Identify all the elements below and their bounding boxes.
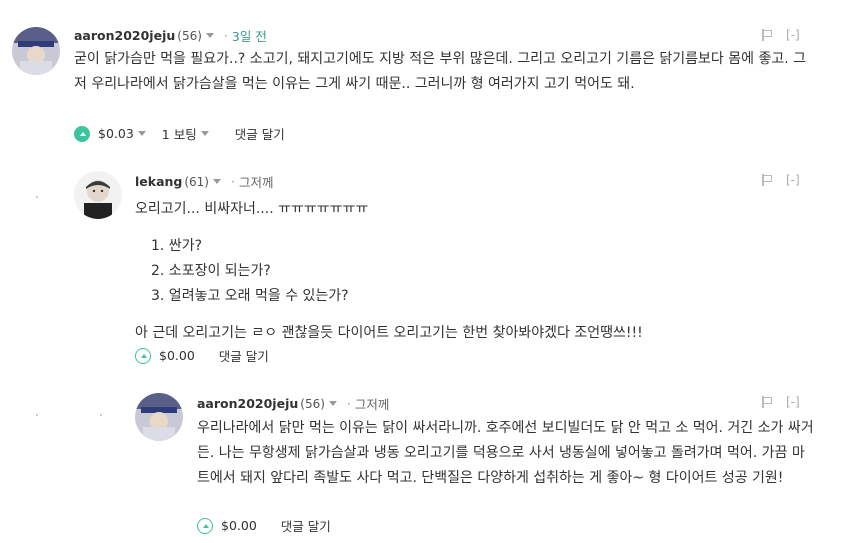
comment-time[interactable]: 그저께 [239, 172, 274, 191]
thread-marker [36, 414, 38, 416]
collapse-button[interactable]: [-] [786, 173, 800, 187]
reply-button[interactable]: 댓글 달기 [219, 346, 269, 365]
thread-marker [100, 414, 102, 416]
reply-button[interactable]: 댓글 달기 [235, 124, 285, 143]
separator-dot: · [231, 174, 235, 189]
thread-marker [36, 196, 38, 198]
payout-value[interactable]: $0.00 [159, 348, 195, 363]
chevron-down-icon[interactable] [200, 131, 209, 136]
comment-list: 1. 싼가? 2. 소포장이 되는가? 3. 얼려놓고 오래 먹을 수 있는가? [151, 234, 815, 309]
comment-text: 오리고기... 비싸자너.... ㅠㅠㅠㅠㅠㅠㅠ [135, 201, 369, 217]
separator-dot: · [346, 396, 351, 411]
upvote-icon[interactable] [74, 125, 90, 142]
chevron-down-icon[interactable] [137, 131, 146, 136]
list-item: 3. 얼려놓고 오래 먹을 수 있는가? [151, 288, 349, 304]
avatar[interactable] [74, 171, 122, 219]
payout-value[interactable]: $0.03 [98, 126, 134, 141]
reputation-score: (56) [300, 396, 325, 411]
author-name[interactable]: aaron2020jeju [74, 28, 175, 43]
comment-text: 굳이 닭가슴만 먹을 필요가..? 소고기, 돼지고기에도 지방 적은 부위 많… [74, 51, 807, 92]
comment-body: 우리나라에서 닭만 먹는 이유는 닭이 싸서라니까. 호주에선 보디빌더도 닭 … [197, 416, 817, 491]
chevron-down-icon[interactable] [328, 401, 337, 406]
chevron-down-icon[interactable] [213, 179, 221, 184]
comment-text: 우리나라에서 닭만 먹는 이유는 닭이 싸서라니까. 호주에선 보디빌더도 닭 … [197, 420, 814, 486]
comment-time[interactable]: 3일 전 [232, 26, 267, 45]
reputation-score: (61) [184, 174, 209, 189]
flag-icon[interactable] [762, 29, 772, 41]
payout-value[interactable]: $0.00 [221, 518, 257, 533]
avatar[interactable] [12, 27, 60, 75]
chevron-down-icon[interactable] [205, 33, 214, 38]
comment-body: 굳이 닭가슴만 먹을 필요가..? 소고기, 돼지고기에도 지방 적은 부위 많… [74, 47, 814, 97]
list-item: 2. 소포장이 되는가? [151, 263, 271, 279]
collapse-button[interactable]: [-] [786, 395, 800, 409]
upvote-icon[interactable] [197, 517, 213, 534]
comment-body: 오리고기... 비싸자너.... ㅠㅠㅠㅠㅠㅠㅠ 1. 싼가? 2. 소포장이 … [135, 197, 815, 346]
comment-time[interactable]: 그저께 [355, 394, 390, 413]
list-item: 1. 싼가? [151, 238, 202, 254]
flag-icon[interactable] [762, 174, 772, 186]
vote-count[interactable]: 1 보팅 [162, 124, 197, 143]
upvote-icon[interactable] [135, 347, 151, 364]
collapse-button[interactable]: [-] [786, 28, 800, 42]
author-name[interactable]: aaron2020jeju [197, 396, 298, 411]
reply-button[interactable]: 댓글 달기 [281, 516, 331, 535]
separator-dot: · [223, 28, 228, 43]
avatar[interactable] [135, 393, 183, 441]
reputation-score: (56) [177, 28, 202, 43]
author-name[interactable]: lekang [135, 174, 182, 189]
flag-icon[interactable] [762, 396, 772, 408]
comment-text: 아 근데 오리고기는 ㄹㅇ 괜찮을듯 다이어트 오리고기는 한번 찾아봐야겠다 … [135, 325, 643, 341]
